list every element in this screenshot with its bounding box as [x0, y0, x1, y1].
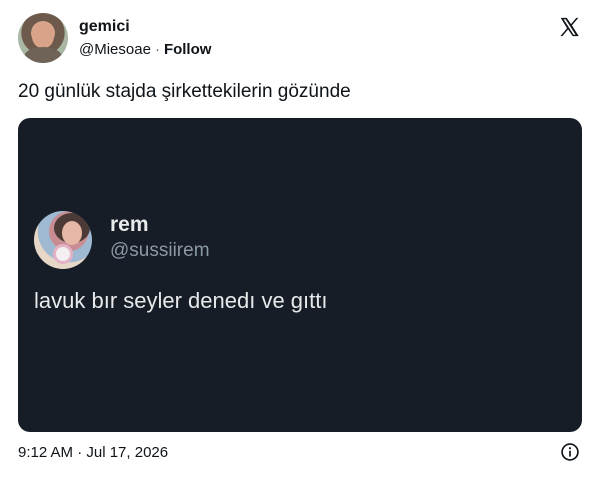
author-handle-row: @Miesoae · Follow — [79, 41, 211, 58]
avatar-shirt — [24, 47, 62, 63]
embedded-display-name: rem — [110, 213, 149, 236]
tweet-text: 20 günlük stajda şirkettekilerin gözünde — [18, 81, 351, 102]
follow-button[interactable]: Follow — [164, 41, 212, 58]
embedded-handle: @sussiirem — [110, 240, 210, 261]
embedded-avatar — [34, 211, 92, 269]
embedded-tweet-image[interactable]: rem @sussiirem lavuk bır seyler denedı v… — [18, 118, 582, 432]
embedded-avatar-flower — [56, 247, 70, 261]
tweet-card: gemici @Miesoae · Follow 20 günlük stajda … — [0, 0, 600, 483]
separator-dot: · — [154, 41, 160, 58]
embedded-tweet-text: lavuk bır seyler denedı ve gıttı — [34, 288, 328, 313]
embedded-avatar-face — [62, 221, 82, 245]
x-logo-icon[interactable] — [558, 16, 580, 38]
author-display-name[interactable]: gemici — [79, 18, 130, 36]
avatar-face — [32, 22, 54, 48]
tweet-timestamp[interactable]: 9:12 AM · Jul 17, 2026 — [18, 444, 168, 461]
author-avatar[interactable] — [18, 13, 68, 63]
info-icon[interactable] — [560, 442, 580, 462]
author-handle[interactable]: @Miesoae — [79, 41, 151, 58]
